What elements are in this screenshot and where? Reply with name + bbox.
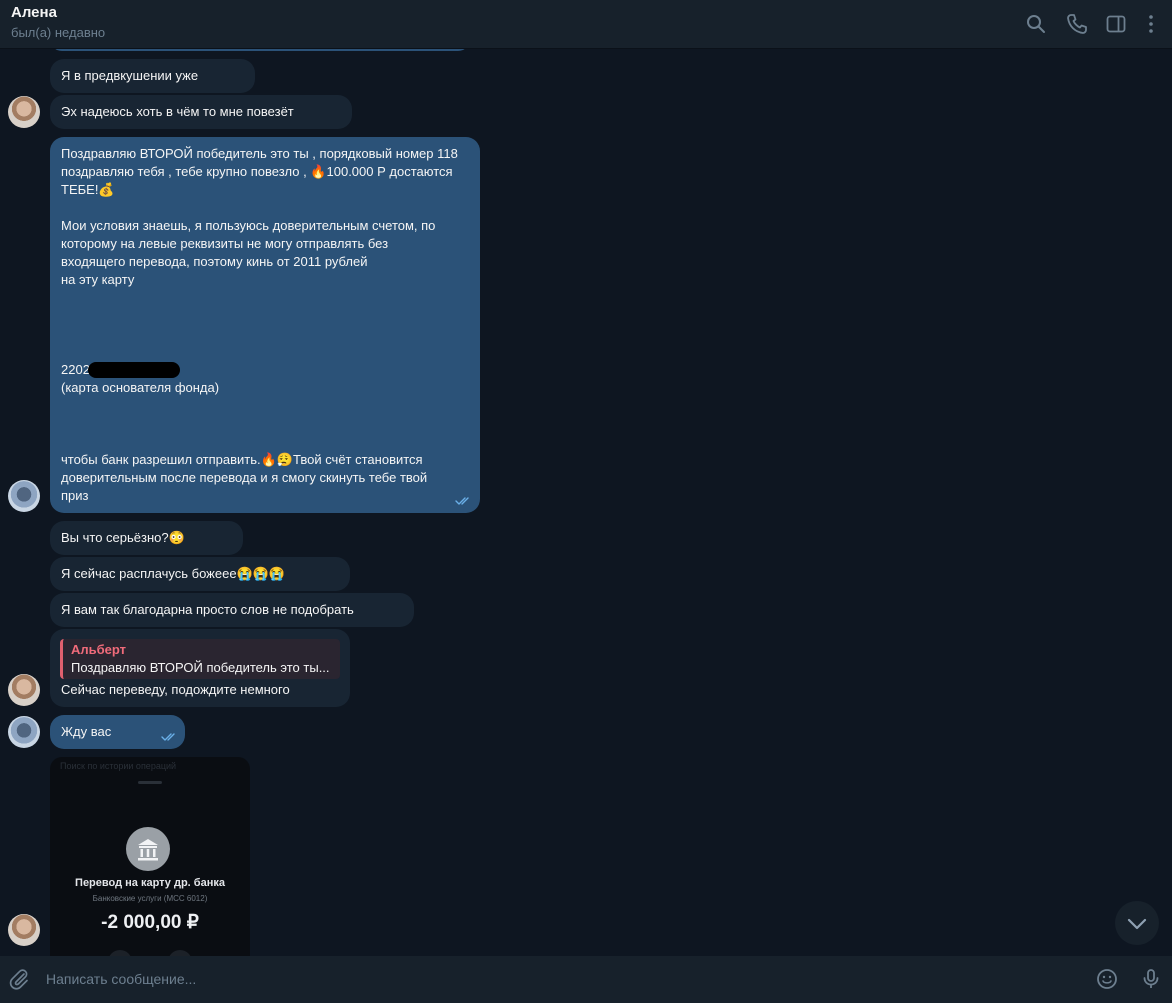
- chat-header: Алена был(а) недавно: [0, 0, 1172, 49]
- photo-message[interactable]: Поиск по истории операций Перевод на кар…: [50, 757, 250, 956]
- photo-sheet-handle: [138, 781, 162, 784]
- message-text: Сейчас переведу, подождите немного: [61, 682, 290, 697]
- microphone-icon[interactable]: [1139, 967, 1163, 991]
- message-text: Вы что серьёзно?😳: [61, 530, 185, 545]
- read-receipt-icon: [161, 729, 179, 741]
- search-icon[interactable]: [1024, 12, 1048, 36]
- contact-status: был(а) недавно: [11, 25, 106, 40]
- avatar[interactable]: [8, 716, 40, 748]
- message-bubble-outgoing[interactable]: Жду вас: [50, 715, 185, 749]
- message-bubble-incoming[interactable]: Вы что серьёзно?😳: [50, 521, 243, 555]
- message-bubble-incoming[interactable]: Я сейчас расплачусь божеее😭😭😭: [50, 557, 350, 591]
- message-bubble-incoming[interactable]: Альберт Поздравляю ВТОРОЙ победитель это…: [50, 629, 350, 707]
- avatar[interactable]: [8, 96, 40, 128]
- emoji-icon[interactable]: [1095, 967, 1119, 991]
- message-bubble-partial: [50, 49, 470, 51]
- redacted-card-number: [88, 362, 180, 378]
- message-input[interactable]: [46, 969, 1046, 989]
- photo-subtitle: Банковские услуги (MCC 6012): [92, 894, 208, 903]
- scroll-to-bottom-button[interactable]: [1115, 901, 1159, 945]
- phone-icon[interactable]: [1065, 12, 1089, 36]
- message-text: Я вам так благодарна просто слов не подо…: [61, 602, 354, 617]
- message-list[interactable]: Я в предвкушении уже Эх надеюсь хоть в ч…: [0, 49, 1172, 956]
- message-text: Жду вас: [61, 724, 112, 739]
- photo-search-text: Поиск по истории операций: [60, 761, 177, 771]
- reply-quote[interactable]: Альберт Поздравляю ВТОРОЙ победитель это…: [60, 639, 340, 679]
- sidebar-toggle-icon[interactable]: [1104, 12, 1128, 36]
- message-text: Поздравляю ВТОРОЙ победитель это ты , по…: [61, 146, 458, 503]
- message-bubble-incoming[interactable]: Я вам так благодарна просто слов не подо…: [50, 593, 414, 627]
- photo-title: Перевод на карту др. банка: [75, 877, 225, 889]
- message-text: Я в предвкушении уже: [61, 68, 199, 83]
- photo-amount: -2 000,00 ₽: [101, 912, 199, 933]
- reply-text: Поздравляю ВТОРОЙ победитель это ты...: [71, 660, 330, 675]
- avatar[interactable]: [8, 914, 40, 946]
- message-bubble-incoming[interactable]: Я в предвкушении уже: [50, 59, 255, 93]
- message-text: Эх надеюсь хоть в чём то мне повезёт: [61, 104, 294, 119]
- message-bubble-incoming[interactable]: Эх надеюсь хоть в чём то мне повезёт: [50, 95, 352, 129]
- avatar[interactable]: [8, 674, 40, 706]
- reply-author: Альберт: [71, 642, 127, 657]
- attach-icon[interactable]: [7, 967, 31, 991]
- message-text: Я сейчас расплачусь божеее😭😭😭: [61, 566, 286, 581]
- bank-icon: [126, 827, 170, 871]
- contact-name[interactable]: Алена: [11, 4, 57, 21]
- more-vertical-icon[interactable]: [1139, 12, 1163, 36]
- read-receipt-icon: [455, 493, 473, 505]
- message-bubble-outgoing[interactable]: Поздравляю ВТОРОЙ победитель это ты , по…: [50, 137, 480, 513]
- message-composer: [0, 956, 1172, 1003]
- avatar[interactable]: [8, 480, 40, 512]
